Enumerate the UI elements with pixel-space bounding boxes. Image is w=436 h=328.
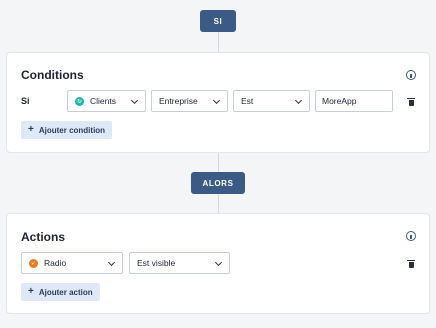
actions-title: Actions — [21, 230, 66, 244]
actions-card: Actions ✓ Radio Est visible + Ajouter ac… — [6, 213, 430, 314]
add-action-button[interactable]: + Ajouter action — [21, 283, 100, 301]
target-select-value: Radio — [44, 258, 67, 268]
condition-row-label: Si — [21, 96, 30, 106]
condition-row: Si ↻ Clients Entreprise Est MoreApp — [21, 90, 415, 112]
entity-select-value: Clients — [90, 96, 116, 106]
delete-action-icon[interactable] — [407, 259, 415, 268]
radio-icon: ✓ — [29, 258, 38, 268]
info-icon[interactable] — [406, 70, 416, 80]
chevron-down-icon — [294, 96, 303, 105]
action-row: ✓ Radio Est visible — [21, 252, 415, 274]
add-action-label: Ajouter action — [38, 287, 93, 297]
operator-select[interactable]: Est — [233, 90, 310, 112]
field-select[interactable]: Entreprise — [151, 90, 228, 112]
action-select-value: Est visible — [137, 258, 176, 268]
chevron-down-icon — [212, 96, 221, 105]
plus-icon: + — [28, 124, 34, 135]
connector-line — [218, 153, 219, 173]
chevron-down-icon — [130, 96, 139, 105]
add-condition-button[interactable]: + Ajouter condition — [21, 121, 113, 139]
connector-line — [218, 32, 219, 52]
chevron-down-icon — [107, 258, 116, 267]
plus-icon: + — [28, 286, 34, 297]
action-select[interactable]: Est visible — [129, 252, 230, 274]
chevron-down-icon — [214, 258, 223, 267]
target-select[interactable]: ✓ Radio — [21, 252, 123, 274]
operator-select-value: Est — [241, 96, 254, 106]
entity-select[interactable]: ↻ Clients — [67, 90, 146, 112]
info-icon[interactable] — [406, 231, 416, 241]
then-badge: ALORS — [191, 172, 245, 194]
delete-condition-icon[interactable] — [407, 97, 415, 106]
if-badge: SI — [200, 10, 236, 32]
field-select-value: Entreprise — [159, 96, 198, 106]
add-condition-label: Ajouter condition — [38, 125, 106, 135]
clients-icon: ↻ — [75, 96, 84, 106]
condition-value-input[interactable]: MoreApp — [315, 90, 393, 112]
conditions-title: Conditions — [21, 68, 84, 82]
conditions-card: Conditions Si ↻ Clients Entreprise Est M… — [6, 52, 430, 153]
connector-line — [218, 194, 219, 213]
